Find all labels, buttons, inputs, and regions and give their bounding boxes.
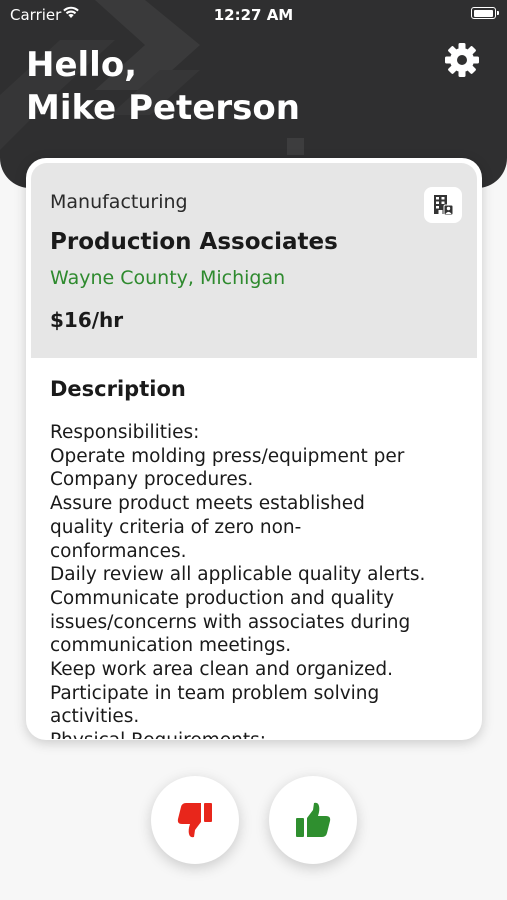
job-category: Manufacturing (50, 191, 188, 213)
description-line: conformances. (50, 540, 187, 562)
company-info-button[interactable] (424, 187, 462, 223)
thumbs-down-icon (177, 803, 212, 838)
gear-icon (445, 43, 479, 77)
description-line: Assure product meets established (50, 493, 365, 515)
dislike-button[interactable] (151, 776, 239, 864)
description-heading: Description (50, 377, 186, 401)
description-line: Communicate production and quality (50, 587, 395, 609)
description-text[interactable]: Responsibilities: Operate molding press/e… (50, 421, 465, 739)
description-line: Operate molding press/equipment per (50, 445, 405, 467)
description-line: issues/concerns with associates during (50, 611, 411, 633)
settings-button[interactable] (444, 42, 480, 78)
thumbs-up-icon (296, 802, 331, 837)
job-summary: Manufacturing Production Associates Wayn… (31, 163, 477, 358)
greeting: Hello, Mike Peterson (26, 44, 300, 130)
job-title: Production Associates (50, 229, 338, 255)
description-line: quality criteria of zero non- (50, 516, 302, 538)
description-line: Responsibilities: (50, 422, 200, 443)
battery-icon (471, 7, 499, 19)
greeting-line1: Hello, (26, 45, 138, 85)
description-line: communication meetings. (50, 635, 292, 657)
job-pay: $16/hr (50, 308, 124, 332)
like-button[interactable] (269, 776, 357, 864)
description-line: activities. (50, 706, 140, 728)
status-time: 12:27 AM (213, 6, 294, 24)
job-location: Wayne County, Michigan (50, 267, 286, 289)
job-card[interactable]: Manufacturing Production Associates Wayn… (26, 158, 482, 740)
user-name: Mike Peterson (26, 88, 300, 128)
status-bar: Carrier 12:27 AM (0, 0, 507, 30)
building-icon (434, 195, 454, 216)
description-line: Keep work area clean and organized. (50, 659, 393, 681)
description-line: Participate in team problem solving (50, 682, 380, 704)
description-line: Company procedures. (50, 469, 254, 491)
description-line: Physical Requirements: (50, 729, 465, 739)
description-line: Daily review all applicable quality aler… (50, 564, 426, 586)
